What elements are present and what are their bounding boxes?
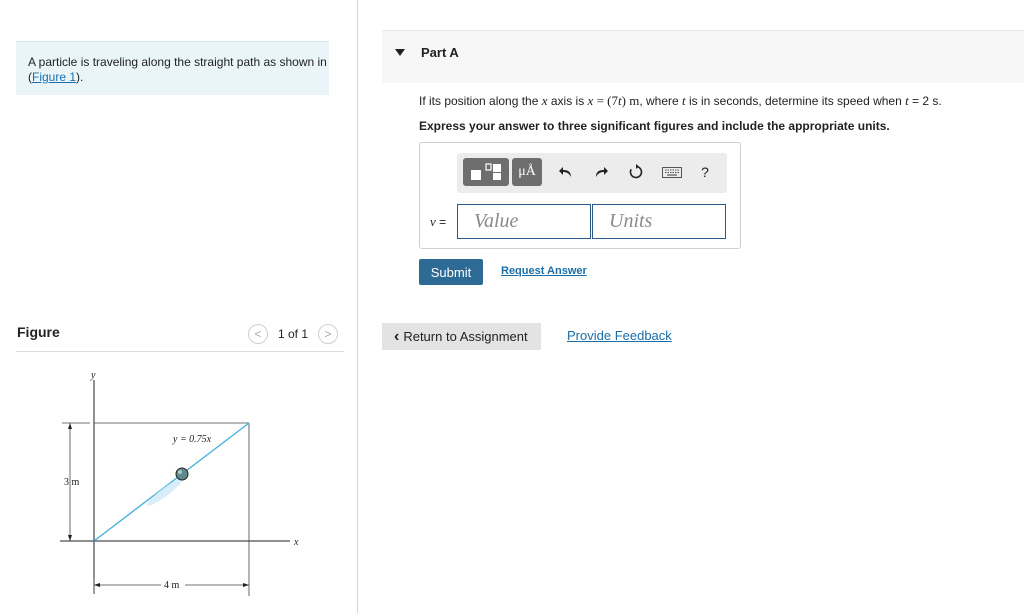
keyboard-icon bbox=[662, 166, 682, 178]
chevron-left-icon: < bbox=[254, 327, 262, 341]
reset-button[interactable] bbox=[625, 158, 647, 186]
figure-pager: < 1 of 1 > bbox=[248, 323, 339, 345]
redo-button[interactable] bbox=[591, 158, 611, 186]
path-figure: y x y = 0.75x 3 m 4 m bbox=[60, 370, 299, 596]
caret-down-icon bbox=[395, 49, 405, 56]
redo-icon bbox=[596, 167, 608, 177]
submit-button[interactable]: Submit bbox=[419, 259, 483, 285]
units-input[interactable]: Units bbox=[592, 204, 726, 239]
variable-label: v = bbox=[430, 214, 447, 229]
pager-next-button[interactable]: > bbox=[318, 324, 339, 344]
particle-path bbox=[93, 422, 250, 542]
width-label: 4 m bbox=[164, 580, 180, 591]
pager-count: 1 of 1 bbox=[278, 327, 309, 341]
templates-button[interactable] bbox=[463, 158, 509, 186]
reset-icon bbox=[629, 164, 643, 179]
pager-prev-button[interactable]: < bbox=[248, 324, 268, 344]
path-equation: y = 0.75x bbox=[172, 434, 212, 445]
left-pane: A particle is traveling along the straig… bbox=[0, 0, 357, 613]
figure-heading: Figure bbox=[17, 324, 60, 340]
path-glow bbox=[147, 478, 183, 506]
math-toolbar: μÅ ? bbox=[457, 153, 727, 193]
answer-instruction: Express your answer to three significant… bbox=[419, 119, 890, 133]
undo-button[interactable] bbox=[556, 158, 576, 186]
figure-divider bbox=[16, 351, 344, 352]
value-input[interactable]: Value bbox=[457, 204, 591, 239]
answer-box: μÅ ? v = Value Units bbox=[419, 142, 741, 249]
return-label: Return to Assignment bbox=[403, 329, 528, 344]
x-axis-label: x bbox=[293, 537, 299, 548]
keyboard-button[interactable] bbox=[660, 158, 684, 186]
intro-text: A particle is traveling along the straig… bbox=[28, 55, 327, 69]
height-label: 3 m bbox=[64, 477, 80, 488]
provide-feedback-link[interactable]: Provide Feedback bbox=[567, 328, 672, 343]
chevron-right-icon: > bbox=[324, 327, 332, 341]
help-button[interactable]: ? bbox=[697, 158, 713, 186]
units-button-label: μÅ bbox=[518, 164, 536, 179]
particle-ball bbox=[175, 467, 189, 481]
chevron-left-icon: ‹ bbox=[394, 327, 400, 345]
figure-link[interactable]: Figure 1 bbox=[32, 70, 76, 84]
part-a-header[interactable]: Part A bbox=[382, 30, 1024, 83]
pane-divider[interactable] bbox=[357, 0, 358, 613]
request-answer-link[interactable]: Request Answer bbox=[501, 265, 587, 277]
y-axis-label: y bbox=[90, 370, 96, 381]
question-text: If its position along the x axis is x = … bbox=[419, 93, 942, 108]
part-title: Part A bbox=[421, 45, 459, 60]
units-button[interactable]: μÅ bbox=[512, 158, 542, 186]
help-icon: ? bbox=[701, 164, 709, 180]
return-to-assignment-button[interactable]: ‹ Return to Assignment bbox=[382, 323, 541, 350]
problem-intro: A particle is traveling along the straig… bbox=[16, 41, 329, 95]
undo-icon bbox=[559, 167, 571, 177]
templates-icon bbox=[471, 163, 501, 180]
